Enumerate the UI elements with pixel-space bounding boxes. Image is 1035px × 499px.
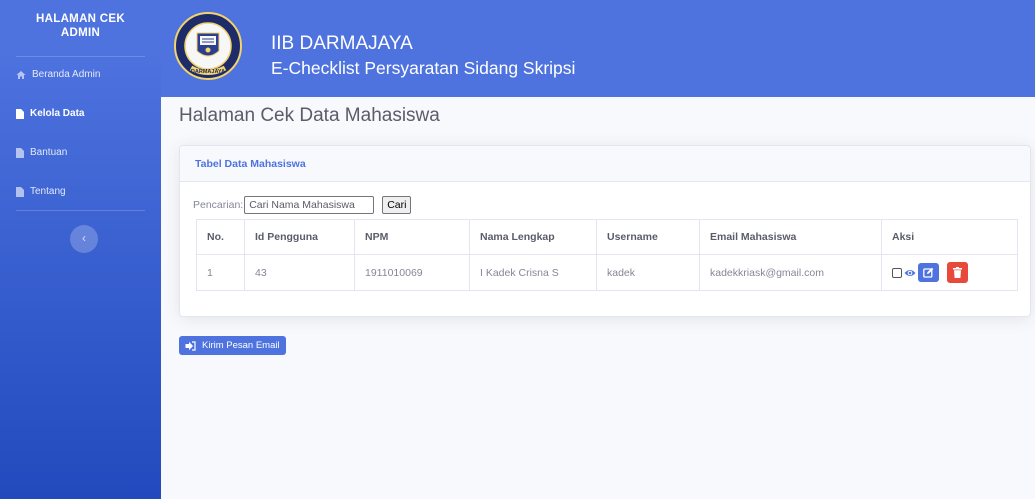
system-title: E-Checklist Persyaratan Sidang Skripsi: [271, 58, 576, 78]
header-bar: DARMAJAYA IIB DARMAJAYA E-Checklist Pers…: [161, 0, 1035, 97]
sidebar-item-label: Bantuan: [30, 147, 68, 158]
sidebar-item-bantuan[interactable]: Bantuan: [16, 147, 67, 158]
sidebar-item-label: Tentang: [30, 186, 66, 197]
brand-line-2: ADMIN: [60, 27, 101, 39]
send-email-label: Kirim Pesan Email: [202, 340, 280, 351]
table-row: 1 43 1911010069 I Kadek Crisna S kadek k…: [196, 254, 1018, 291]
search-input[interactable]: [244, 196, 375, 214]
sidebar-brand[interactable]: HALAMAN CEK ADMIN: [0, 12, 161, 40]
file-icon: [16, 186, 24, 197]
page-title: Halaman Cek Data Mahasiswa: [179, 105, 440, 126]
sidebar-divider: [16, 210, 145, 211]
cell-no: 1: [196, 254, 245, 291]
column-header: Username: [596, 219, 700, 255]
column-header: Id Pengguna: [244, 219, 355, 255]
column-header: No.: [196, 219, 245, 255]
cell-username: kadek: [596, 254, 700, 291]
sidebar: HALAMAN CEK ADMIN Beranda Admin Kelola D…: [0, 0, 161, 499]
delete-button[interactable]: [947, 262, 968, 283]
sidebar-toggle-button[interactable]: ‹: [70, 225, 98, 253]
data-card: Tabel Data Mahasiswa Pencarian: Cari No.…: [179, 145, 1031, 317]
send-email-button[interactable]: Kirim Pesan Email: [179, 336, 286, 355]
edit-button[interactable]: [918, 263, 939, 282]
sidebar-item-kelola-data[interactable]: Kelola Data: [16, 108, 84, 119]
eye-icon[interactable]: [904, 268, 916, 278]
card-header: [180, 146, 1030, 182]
cell-id: 43: [244, 254, 355, 291]
student-table: No. Id Pengguna NPM Nama Lengkap Usernam…: [196, 219, 1018, 291]
column-header: Aksi: [881, 219, 1018, 255]
table-header-row: No. Id Pengguna NPM Nama Lengkap Usernam…: [196, 219, 1018, 255]
card-title: Tabel Data Mahasiswa: [195, 158, 306, 170]
cell-npm: 1911010069: [354, 254, 470, 291]
column-header: NPM: [354, 219, 470, 255]
column-header: Nama Lengkap: [469, 219, 597, 255]
row-checkbox[interactable]: [892, 267, 902, 278]
edit-icon: [923, 267, 934, 278]
search-row: Pencarian: Cari: [193, 196, 412, 214]
sidebar-item-label: Kelola Data: [30, 108, 85, 119]
sidebar-item-tentang[interactable]: Tentang: [16, 186, 66, 197]
file-icon: [16, 147, 24, 158]
sidebar-item-beranda-admin[interactable]: Beranda Admin: [16, 69, 100, 80]
column-header: Email Mahasiswa: [699, 219, 882, 255]
sidebar-divider: [16, 56, 145, 57]
cell-nama: I Kadek Crisna S: [469, 254, 597, 291]
sign-out-icon: [185, 340, 196, 351]
cell-actions: [881, 254, 1018, 291]
trash-icon: [953, 267, 962, 278]
darmajaya-logo: DARMAJAYA: [174, 12, 242, 80]
cell-email: kadekkriask@gmail.com: [699, 254, 882, 291]
search-button[interactable]: Cari: [382, 196, 412, 214]
org-name: IIB DARMAJAYA: [271, 33, 413, 54]
file-icon: [16, 108, 24, 119]
search-label: Pencarian:: [193, 199, 244, 211]
home-icon: [16, 70, 26, 79]
logo-text: DARMAJAYA: [191, 69, 225, 75]
sidebar-item-label: Beranda Admin: [32, 69, 101, 80]
brand-line-1: HALAMAN CEK: [36, 13, 125, 25]
